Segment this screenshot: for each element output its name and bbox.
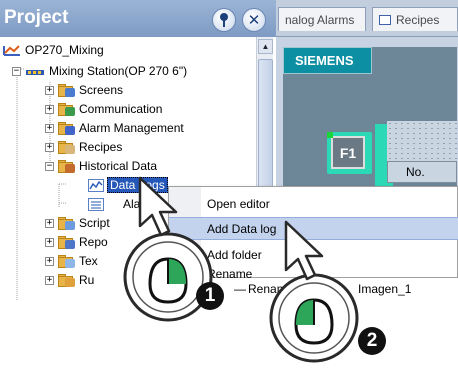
step-2-badge: 2 — [358, 327, 386, 355]
step-1-badge: 1 — [196, 282, 224, 310]
mouse-left-click-icon — [269, 273, 359, 363]
mouse-right-click-icon — [123, 232, 213, 322]
cursor-arrow-icon — [138, 176, 178, 237]
cursor-arrow-icon — [284, 220, 324, 281]
tutorial-overlay — [123, 176, 359, 363]
